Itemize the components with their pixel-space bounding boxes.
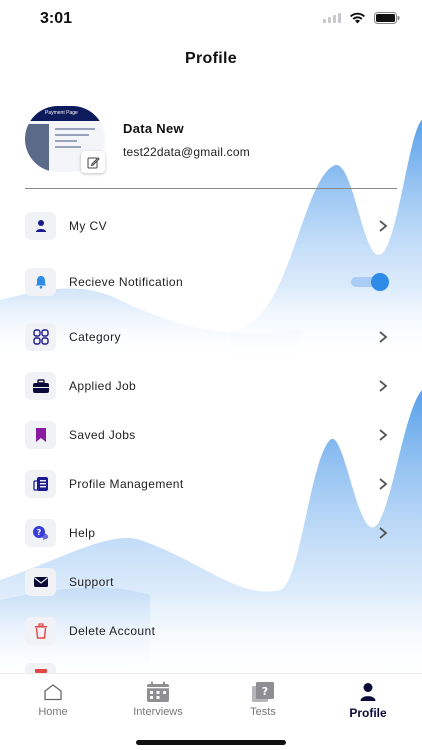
chevron-right-icon [379, 478, 388, 490]
menu-item-applied-job[interactable]: Applied Job [25, 369, 397, 403]
tab-label: Home [38, 706, 68, 718]
menu-label: Profile Management [69, 477, 184, 491]
menu-item-delete-account[interactable]: Delete Account [25, 614, 397, 648]
person-icon [35, 220, 46, 232]
notification-toggle[interactable] [351, 273, 389, 291]
edit-icon [87, 156, 100, 168]
user-email: test22data@gmail.com [123, 145, 250, 159]
svg-text:?: ? [36, 528, 41, 537]
edit-photo-button[interactable] [81, 151, 105, 173]
menu-item-receive-notification: Recieve Notification [25, 265, 397, 299]
menu-item-my-cv[interactable]: My CV [25, 209, 397, 243]
menu-label: Applied Job [69, 379, 137, 393]
tab-label: Interviews [133, 706, 183, 718]
profile-management-icon [32, 477, 48, 491]
svg-text:?: ? [262, 685, 268, 698]
grid-icon [32, 329, 49, 345]
chevron-right-icon [379, 331, 388, 343]
menu-item-help[interactable]: ? Help [25, 516, 397, 550]
user-name: Data New [123, 121, 184, 136]
menu-item-support[interactable]: Support [25, 565, 397, 599]
tab-label: Tests [250, 706, 276, 718]
tab-home[interactable]: Home [13, 680, 93, 718]
chevron-right-icon [379, 220, 388, 232]
chevron-right-icon [379, 380, 388, 392]
tab-bar: Home Interviews ? Tests Profile [0, 673, 422, 750]
calendar-icon [147, 681, 169, 702]
avatar-caption: Payment Page [45, 110, 78, 116]
tab-interviews[interactable]: Interviews [118, 680, 198, 718]
page-title: Profile [185, 50, 237, 67]
tab-label: Profile [349, 706, 387, 720]
bookmark-icon [35, 428, 46, 442]
battery-icon [374, 12, 400, 24]
menu-label: My CV [69, 219, 107, 233]
menu-label: Recieve Notification [69, 275, 184, 289]
tab-tests[interactable]: ? Tests [223, 680, 303, 718]
divider [25, 188, 397, 189]
home-icon [44, 684, 62, 701]
menu-label: Delete Account [69, 624, 156, 638]
menu-item-profile-management[interactable]: Profile Management [25, 467, 397, 501]
chevron-right-icon [379, 429, 388, 441]
menu-item-partial [25, 663, 397, 673]
tab-profile[interactable]: Profile [328, 680, 408, 720]
wifi-icon [350, 12, 365, 24]
home-indicator [136, 740, 286, 745]
trash-icon [34, 623, 47, 639]
chevron-right-icon [379, 527, 388, 539]
briefcase-icon [32, 378, 49, 393]
profile-card: Payment Page Data New test22data@gmail.c… [25, 106, 397, 176]
status-bar: 3:01 [0, 0, 422, 40]
menu-label: Support [69, 575, 114, 589]
tests-icon: ? [252, 682, 274, 702]
status-icons [323, 12, 400, 24]
help-chat-icon: ? [32, 526, 48, 541]
menu-label: Category [69, 330, 121, 344]
profile-icon [360, 683, 376, 701]
menu-item-category[interactable]: Category [25, 320, 397, 354]
status-time: 3:01 [40, 10, 73, 27]
menu-label: Help [69, 526, 96, 540]
mail-icon [33, 577, 48, 587]
menu-item-saved-jobs[interactable]: Saved Jobs [25, 418, 397, 452]
bell-icon [35, 276, 46, 289]
cellular-signal-icon [323, 13, 341, 23]
menu-label: Saved Jobs [69, 428, 136, 442]
